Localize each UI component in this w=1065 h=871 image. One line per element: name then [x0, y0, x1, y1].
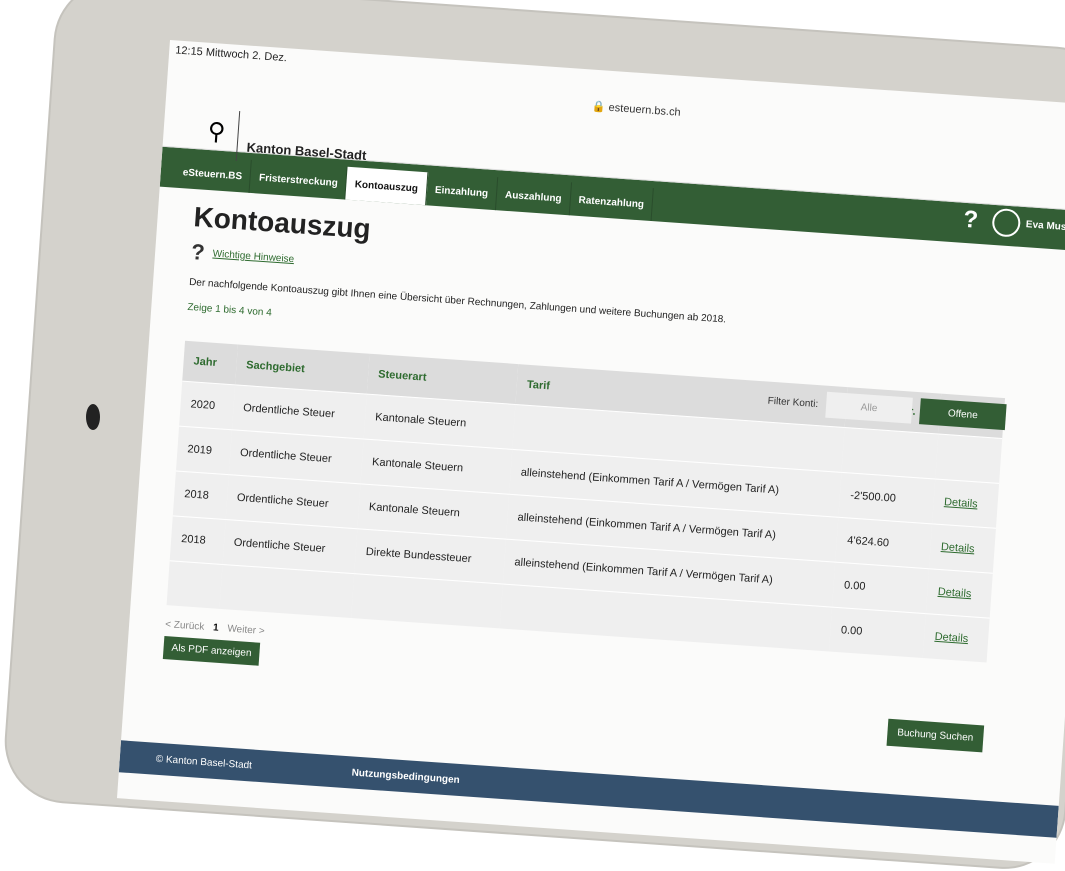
terms-link[interactable]: Nutzungsbedingungen: [351, 767, 460, 786]
details-link[interactable]: [935, 434, 1003, 484]
cell-saldo: [841, 427, 939, 479]
details-link[interactable]: Details: [926, 568, 993, 619]
details-link[interactable]: Details: [923, 613, 990, 663]
footer-copyright: © Kanton Basel-Stadt: [155, 753, 253, 771]
cell-saldo: 0.00: [829, 607, 927, 659]
main-content: Kontoauszug ? Wichtige Hinweise Der nach…: [127, 187, 1065, 753]
cell-jahr: 2018: [169, 515, 226, 565]
booking-search-button[interactable]: Buchung Suchen: [886, 718, 985, 753]
user-icon: [990, 207, 1021, 238]
status-date: Mittwoch 2. Dez.: [205, 46, 288, 65]
details-link[interactable]: Details: [932, 478, 1000, 529]
hint-link[interactable]: Wichtige Hinweise: [212, 248, 294, 265]
tablet-screen: 12:15 Mittwoch 2. Dez. ᯤ 94 🔒 esteuern.b…: [116, 40, 1065, 864]
pager-next[interactable]: Weiter >: [227, 623, 265, 637]
cell-saldo: 4'624.60: [835, 517, 933, 569]
filter-label: Filter Konti:: [767, 395, 819, 410]
cell-saldo: 0.00: [832, 562, 930, 614]
site-footer: © Kanton Basel-Stadt Nutzungsbedingungen: [118, 740, 1059, 838]
basel-logo-icon[interactable]: ⚲: [207, 117, 227, 147]
status-time: 12:15: [174, 44, 204, 59]
camera-icon: [86, 404, 100, 430]
pager-current[interactable]: 1: [213, 622, 219, 633]
header-jahr: Jahr: [182, 340, 238, 385]
cell-jahr: 2018: [172, 470, 229, 520]
pager-prev[interactable]: < Zurück: [165, 619, 205, 633]
account-table: Jahr Sachgebiet Steuerart Tarif Saldo in…: [166, 340, 1006, 663]
cell-saldo: -2'500.00: [838, 472, 936, 524]
tab-kontoauszug[interactable]: Kontoauszug: [345, 166, 429, 206]
help-icon[interactable]: ?: [962, 206, 979, 235]
question-icon: ?: [190, 239, 206, 265]
tab-auszahlung[interactable]: Auszahlung: [495, 177, 572, 216]
cell-jahr: 2019: [175, 426, 232, 475]
details-link[interactable]: Details: [929, 523, 996, 574]
tab-esteuern[interactable]: eSteuern.BS: [173, 154, 253, 193]
user-name: Eva Muster: [1025, 218, 1065, 234]
tab-einzahlung[interactable]: Einzahlung: [425, 172, 499, 211]
cell-jahr: 2020: [179, 381, 235, 430]
pdf-button[interactable]: Als PDF anzeigen: [162, 636, 261, 666]
